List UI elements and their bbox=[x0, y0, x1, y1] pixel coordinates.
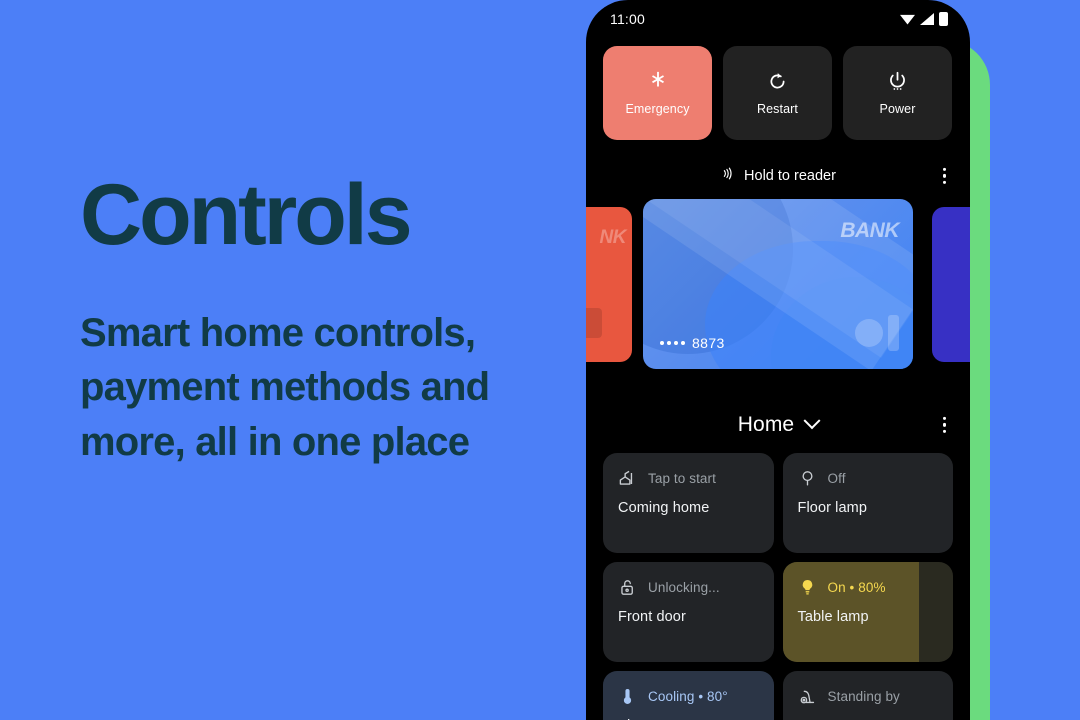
previous-card-bank-label: NK bbox=[599, 227, 627, 248]
power-label: Power bbox=[879, 102, 916, 116]
vacuum-icon bbox=[798, 687, 817, 706]
control-tile-floor-lamp[interactable]: Off Floor lamp bbox=[782, 453, 953, 553]
power-menu-row: Emergency Restart Power bbox=[586, 32, 970, 140]
nfc-waves-icon bbox=[720, 166, 735, 186]
wallet-header: Hold to reader bbox=[586, 159, 970, 193]
wallet-header-inner: Hold to reader bbox=[720, 166, 836, 186]
battery-icon bbox=[939, 12, 948, 26]
card-logo-bar bbox=[888, 315, 899, 351]
emergency-asterisk-icon bbox=[647, 70, 669, 92]
status-bar-clock: 11:00 bbox=[610, 11, 645, 27]
home-selector[interactable]: Home bbox=[737, 412, 821, 437]
control-tile-name: Table lamp bbox=[797, 609, 869, 625]
controls-grid: Tap to start Coming home Off Floor lamp bbox=[586, 445, 970, 720]
previous-card-chip-icon bbox=[586, 308, 602, 338]
active-payment-card[interactable]: BANK 8873 bbox=[643, 199, 913, 369]
chevron-down-icon[interactable] bbox=[803, 412, 821, 430]
page-subtitle: Smart home controls, payment methods and… bbox=[80, 311, 490, 464]
control-tile-status: Off bbox=[827, 470, 846, 486]
home-overflow-menu-icon[interactable] bbox=[942, 416, 946, 434]
control-tile-thermostat[interactable]: Cooling • 80° Thermostat bbox=[603, 671, 774, 720]
status-bar: 11:00 bbox=[586, 0, 970, 32]
unlock-icon bbox=[618, 578, 637, 597]
lamp-icon bbox=[798, 469, 817, 488]
card-last4: 8873 bbox=[692, 335, 725, 351]
wallet-overflow-menu-icon[interactable] bbox=[942, 167, 946, 185]
control-tile-front-door[interactable]: Unlocking... Front door bbox=[603, 562, 774, 662]
control-tile-name: Floor lamp bbox=[797, 500, 867, 516]
control-tile-status: On • 80% bbox=[827, 579, 886, 595]
control-tile-name: Front door bbox=[618, 609, 686, 625]
wallet-header-label: Hold to reader bbox=[744, 168, 836, 184]
home-header: Home bbox=[586, 405, 970, 445]
card-carousel[interactable]: NK BANK 8873 bbox=[586, 199, 970, 369]
control-tile-table-lamp[interactable]: On • 80% Table lamp bbox=[782, 562, 953, 662]
wifi-icon bbox=[900, 14, 915, 25]
routine-home-icon bbox=[618, 469, 637, 488]
control-tile-status: Cooling • 80° bbox=[648, 688, 728, 704]
card-mask-dots-icon bbox=[660, 341, 685, 345]
card-bank-label: BANK bbox=[840, 219, 899, 242]
control-tile-vacuum[interactable]: Standing by Vacuum bbox=[782, 671, 953, 720]
control-tile-status: Standing by bbox=[827, 688, 900, 704]
restart-label: Restart bbox=[757, 102, 798, 116]
emergency-label: Emergency bbox=[625, 102, 690, 116]
thermometer-icon bbox=[618, 687, 637, 706]
control-tile-status: Tap to start bbox=[648, 470, 716, 486]
status-bar-icons bbox=[900, 12, 948, 26]
power-button[interactable]: Power bbox=[843, 46, 952, 140]
restart-icon bbox=[767, 70, 789, 92]
card-logo-circle bbox=[855, 319, 883, 347]
power-icon bbox=[887, 70, 909, 92]
home-title: Home bbox=[737, 413, 795, 436]
next-card[interactable] bbox=[932, 207, 970, 362]
restart-button[interactable]: Restart bbox=[723, 46, 832, 140]
emergency-button[interactable]: Emergency bbox=[603, 46, 712, 140]
lightbulb-icon bbox=[798, 578, 817, 597]
card-brand-logo bbox=[855, 315, 899, 351]
phone-mockup: 11:00 Emergency Restart Power Hold to re… bbox=[586, 0, 970, 720]
control-tile-coming-home[interactable]: Tap to start Coming home bbox=[603, 453, 774, 553]
cellular-signal-icon bbox=[920, 13, 934, 25]
control-tile-status: Unlocking... bbox=[648, 579, 720, 595]
previous-card[interactable]: NK bbox=[586, 207, 632, 362]
page-title: Controls bbox=[80, 167, 413, 263]
marketing-copy: Controls Smart home controls, payment me… bbox=[80, 172, 580, 469]
card-number: 8873 bbox=[660, 335, 725, 351]
control-tile-name: Coming home bbox=[618, 500, 710, 516]
